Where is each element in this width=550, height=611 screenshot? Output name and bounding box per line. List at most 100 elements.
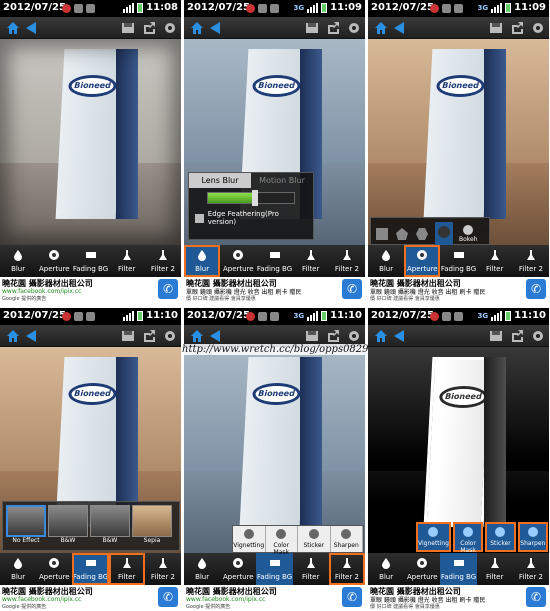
tool-aperture[interactable]: Aperture bbox=[404, 553, 440, 585]
tool-fading[interactable]: Fading BG bbox=[440, 553, 477, 585]
filter-thumb[interactable]: No Effect bbox=[6, 505, 46, 544]
home-icon[interactable] bbox=[374, 329, 388, 343]
tool-blur[interactable]: Blur bbox=[184, 553, 220, 585]
tool-blur[interactable]: Blur bbox=[368, 245, 404, 277]
phone-icon[interactable]: ✆ bbox=[158, 279, 178, 299]
save-icon[interactable] bbox=[305, 329, 319, 343]
fx-item[interactable]: Color Mask bbox=[452, 522, 484, 554]
photo-canvas[interactable]: Bioneed bbox=[184, 347, 365, 553]
bokeh-button[interactable]: Bokeh bbox=[459, 224, 478, 243]
tool-filter2[interactable]: Filter 2 bbox=[328, 553, 365, 585]
tool-aperture[interactable]: Aperture bbox=[220, 245, 256, 277]
back-icon[interactable] bbox=[210, 22, 220, 34]
tool-aperture[interactable]: Aperture bbox=[36, 245, 72, 277]
home-icon[interactable] bbox=[190, 21, 204, 35]
tool-filter2[interactable]: Filter 2 bbox=[329, 245, 365, 277]
tool-filter[interactable]: Filter bbox=[293, 245, 329, 277]
pentagon-shape-icon[interactable] bbox=[395, 227, 409, 241]
tool-aperture[interactable]: Aperture bbox=[220, 553, 256, 585]
tool-aperture[interactable]: Aperture bbox=[404, 245, 441, 277]
circle-shape-button[interactable] bbox=[435, 222, 453, 245]
save-icon[interactable] bbox=[305, 21, 319, 35]
gear-icon[interactable] bbox=[163, 329, 177, 343]
slider-knob[interactable] bbox=[252, 190, 259, 206]
home-icon[interactable] bbox=[6, 21, 20, 35]
back-icon[interactable] bbox=[394, 22, 404, 34]
back-icon[interactable] bbox=[210, 330, 220, 342]
tool-filter[interactable]: Filter bbox=[108, 553, 145, 585]
hexagon-shape-icon[interactable] bbox=[415, 227, 429, 241]
back-icon[interactable] bbox=[26, 330, 36, 342]
tool-filter2[interactable]: Filter 2 bbox=[145, 245, 181, 277]
share-icon[interactable] bbox=[510, 329, 524, 343]
tool-blur[interactable]: Blur bbox=[0, 245, 36, 277]
photo-canvas[interactable]: Bioneed bbox=[0, 39, 181, 245]
tool-fading[interactable]: Fading BG bbox=[440, 245, 476, 277]
gear-icon[interactable] bbox=[531, 329, 545, 343]
filter-thumb[interactable]: B&W bbox=[90, 505, 130, 544]
tab-motion-blur[interactable]: Motion Blur bbox=[251, 173, 313, 188]
tool-filter2[interactable]: Filter 2 bbox=[145, 553, 181, 585]
tool-fading[interactable]: Fading BG bbox=[72, 553, 109, 585]
tool-fading[interactable]: Fading BG bbox=[256, 553, 293, 585]
tool-filter[interactable]: Filter bbox=[477, 553, 513, 585]
edge-feathering-checkbox[interactable]: Edge Feathering(Pro version) bbox=[189, 208, 313, 228]
tool-filter[interactable]: Filter bbox=[109, 245, 145, 277]
ad-url[interactable]: www.facebook.com/ipix.cc bbox=[2, 288, 81, 295]
fx-item[interactable]: Vignetting bbox=[416, 522, 451, 552]
gear-icon[interactable] bbox=[347, 21, 361, 35]
share-icon[interactable] bbox=[326, 21, 340, 35]
fx-item[interactable]: Vignetting bbox=[233, 526, 266, 552]
ad-banner[interactable]: 曉花園 攝影器材出租公司 www.facebook.com/ipix.cc Goo… bbox=[184, 585, 365, 610]
tool-aperture[interactable]: Aperture bbox=[36, 553, 72, 585]
share-icon[interactable] bbox=[142, 21, 156, 35]
back-icon[interactable] bbox=[26, 22, 36, 34]
tab-lens-blur[interactable]: Lens Blur bbox=[189, 173, 251, 188]
phone-icon[interactable]: ✆ bbox=[342, 587, 362, 607]
share-icon[interactable] bbox=[142, 329, 156, 343]
ad-banner[interactable]: 曉花園 攝影器材出租公司 單眼 鏡頭 攝影機 燈光 收音 出租 刷卡 贈民價 好… bbox=[368, 277, 549, 302]
ad-url[interactable]: www.facebook.com/ipix.cc bbox=[186, 596, 265, 603]
photo-canvas[interactable]: Bioneed bbox=[368, 39, 549, 245]
phone-icon[interactable]: ✆ bbox=[526, 587, 546, 607]
ad-banner[interactable]: 曉花園 攝影器材出租公司 www.facebook.com/ipix.cc Goo… bbox=[0, 585, 181, 610]
ad-banner[interactable]: 曉花園 攝影器材出租公司 www.facebook.com/ipix.cc Goo… bbox=[0, 277, 181, 302]
gear-icon[interactable] bbox=[531, 21, 545, 35]
ad-banner[interactable]: 曉花園 攝影器材出租公司 單眼 鏡頭 攝影機 燈光 收音 出租 刷卡 贈民價 好… bbox=[368, 585, 549, 610]
tool-blur[interactable]: Blur bbox=[184, 245, 221, 277]
tool-blur[interactable]: Blur bbox=[368, 553, 404, 585]
fx-item[interactable]: Sharpen bbox=[517, 522, 549, 552]
gear-icon[interactable] bbox=[347, 329, 361, 343]
home-icon[interactable] bbox=[374, 21, 388, 35]
save-icon[interactable] bbox=[121, 21, 135, 35]
save-icon[interactable] bbox=[489, 329, 503, 343]
ad-url[interactable]: www.facebook.com/ipix.cc bbox=[2, 596, 81, 603]
save-icon[interactable] bbox=[121, 329, 135, 343]
back-icon[interactable] bbox=[394, 330, 404, 342]
filter-thumb[interactable]: Sepia bbox=[132, 505, 172, 544]
tool-fading[interactable]: Fading BG bbox=[256, 245, 292, 277]
gear-icon[interactable] bbox=[163, 21, 177, 35]
tool-fading[interactable]: Fading BG bbox=[72, 245, 108, 277]
share-icon[interactable] bbox=[510, 21, 524, 35]
ad-banner[interactable]: 曉花園 攝影器材出租公司 單眼 鏡頭 攝影機 燈光 收音 出租 刷卡 贈民價 好… bbox=[184, 277, 365, 302]
save-icon[interactable] bbox=[489, 21, 503, 35]
fx-item[interactable]: Color Mask bbox=[265, 526, 298, 556]
phone-icon[interactable]: ✆ bbox=[526, 279, 546, 299]
tool-blur[interactable]: Blur bbox=[0, 553, 36, 585]
fx-item[interactable]: Sharpen bbox=[330, 526, 363, 552]
fx-item[interactable]: Sticker bbox=[485, 522, 516, 552]
tool-filter2[interactable]: Filter 2 bbox=[513, 553, 549, 585]
home-icon[interactable] bbox=[190, 329, 204, 343]
phone-icon[interactable]: ✆ bbox=[342, 279, 362, 299]
square-shape-icon[interactable] bbox=[375, 227, 389, 241]
share-icon[interactable] bbox=[326, 329, 340, 343]
filter-thumb[interactable]: B&W bbox=[48, 505, 88, 544]
phone-icon[interactable]: ✆ bbox=[158, 587, 178, 607]
tool-filter2[interactable]: Filter 2 bbox=[513, 245, 549, 277]
tool-filter[interactable]: Filter bbox=[477, 245, 513, 277]
fx-item[interactable]: Sticker bbox=[298, 526, 331, 552]
home-icon[interactable] bbox=[6, 329, 20, 343]
tool-filter[interactable]: Filter bbox=[293, 553, 329, 585]
blur-slider[interactable] bbox=[207, 190, 295, 206]
